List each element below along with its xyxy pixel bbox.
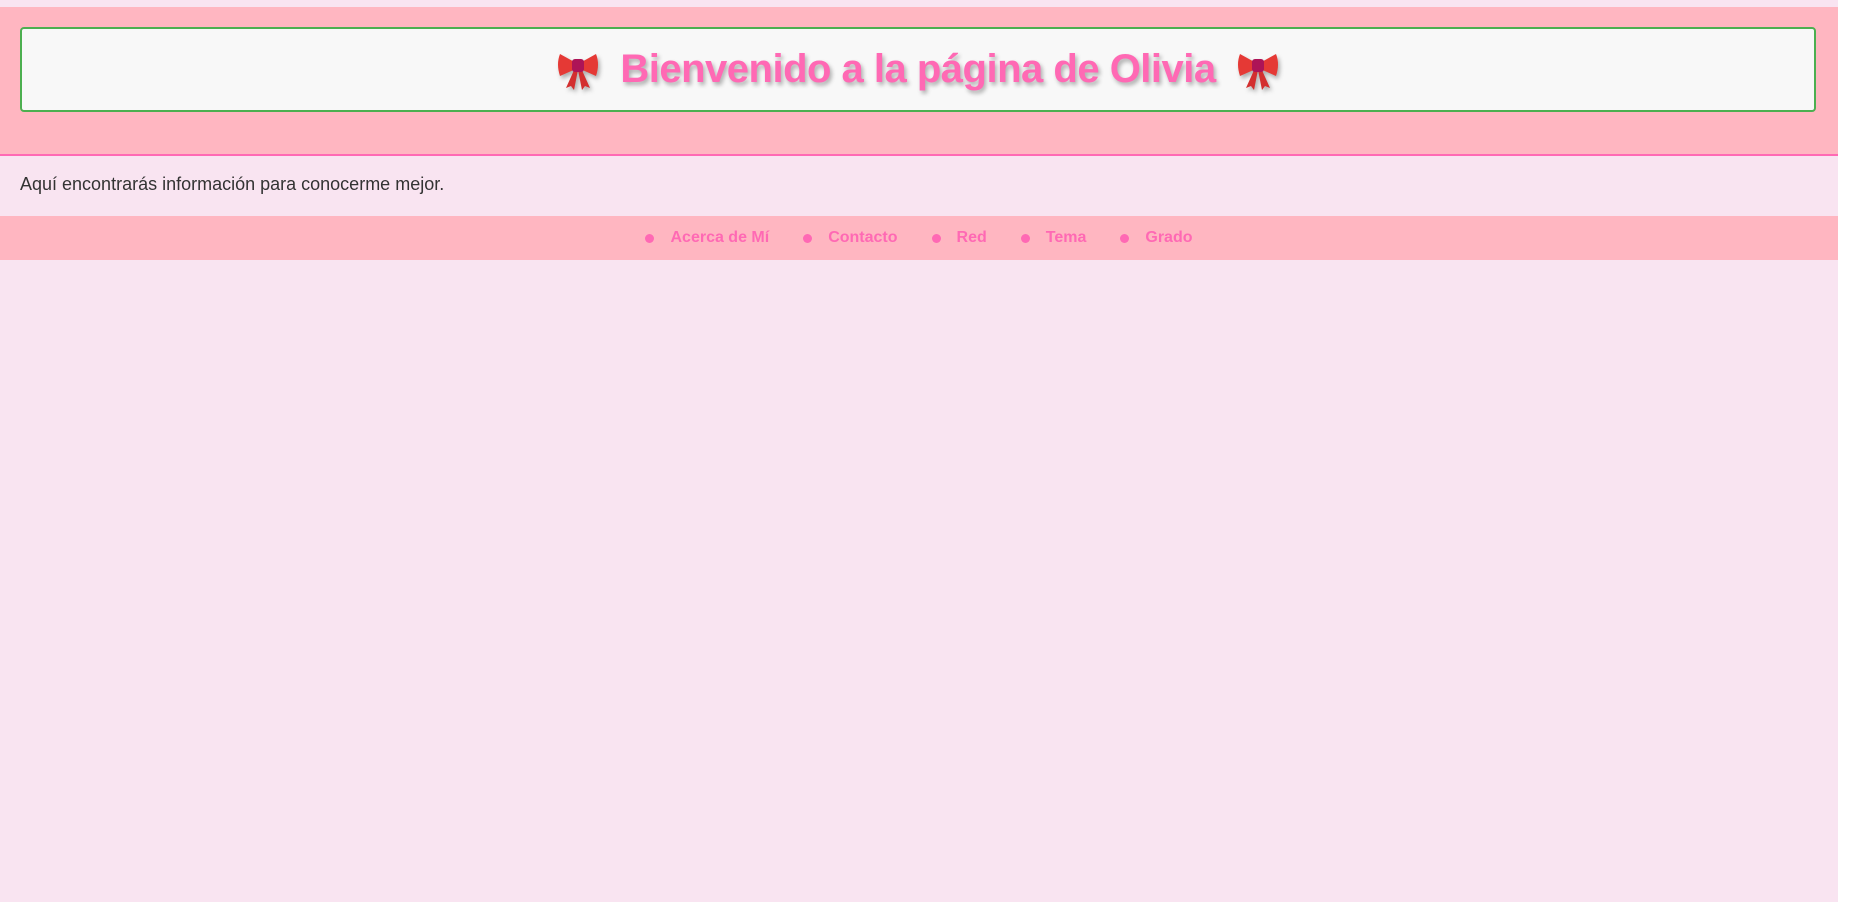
bow-icon (558, 53, 599, 90)
nav-link-grado[interactable]: Grado (1145, 229, 1192, 247)
bullet-icon (645, 233, 655, 243)
page-title: Bienvenido a la página de Olivia (620, 47, 1216, 91)
bow-icon (1237, 53, 1278, 90)
nav-item-grado: Grado (1120, 229, 1193, 247)
bullet-icon (1020, 233, 1030, 243)
bullet-icon (803, 233, 813, 243)
intro-text: Aquí encontrarás información para conoce… (20, 174, 445, 194)
nav-item-tema: Tema (1020, 229, 1087, 247)
nav-item-acerca: Acerca de Mí (645, 229, 769, 247)
nav-list: Acerca de Mí Contacto Red Tema Grado (628, 229, 1209, 247)
main-nav: Acerca de Mí Contacto Red Tema Grado (0, 216, 1838, 260)
bullet-icon (931, 233, 941, 243)
page-header: Bienvenido a la página de Olivia (0, 7, 1838, 156)
nav-link-contacto[interactable]: Contacto (828, 229, 897, 247)
nav-link-tema[interactable]: Tema (1046, 229, 1087, 247)
nav-item-red: Red (931, 229, 987, 247)
nav-link-red[interactable]: Red (957, 229, 987, 247)
nav-link-acerca[interactable]: Acerca de Mí (670, 229, 769, 247)
nav-item-contacto: Contacto (803, 229, 898, 247)
title-box: Bienvenido a la página de Olivia (20, 27, 1816, 112)
bullet-icon (1120, 233, 1130, 243)
page-viewport: Bienvenido a la página de Olivia Aquí en… (0, 0, 1838, 902)
